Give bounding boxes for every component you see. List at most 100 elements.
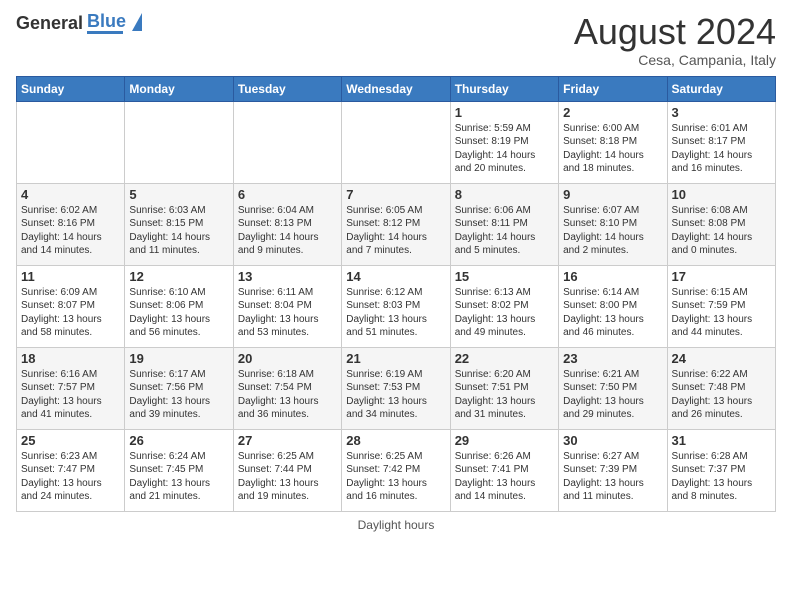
day-info: Sunrise: 6:02 AM Sunset: 8:16 PM Dayligh… [21, 204, 120, 258]
day-number: 21 [346, 351, 445, 366]
day-number: 4 [21, 187, 120, 202]
day-number: 10 [672, 187, 771, 202]
day-number: 28 [346, 433, 445, 448]
calendar-cell: 3 Sunrise: 6:01 AM Sunset: 8:17 PM Daylig… [667, 101, 775, 183]
day-number: 11 [21, 269, 120, 284]
day-info: Sunrise: 6:01 AM Sunset: 8:17 PM Dayligh… [672, 122, 771, 176]
calendar-cell: 5Sunrise: 6:03 AM Sunset: 8:15 PM Daylig… [125, 183, 233, 265]
week-row-5: 25 Sunrise: 6:23 AM Sunset: 7:47 PM Dayli… [17, 429, 776, 511]
calendar-cell: 13 Sunrise: 6:11 AM Sunset: 8:04 PM Dayli… [233, 265, 341, 347]
calendar: SundayMondayTuesdayWednesdayThursdayFrid… [16, 76, 776, 512]
day-info: Sunrise: 6:25 AM Sunset: 7:42 PM Dayligh… [346, 450, 445, 504]
calendar-header-row: SundayMondayTuesdayWednesdayThursdayFrid… [17, 76, 776, 101]
day-number: 1 [455, 105, 554, 120]
calendar-cell: 6 Sunrise: 6:04 AM Sunset: 8:13 PM Daylig… [233, 183, 341, 265]
day-info: Sunrise: 6:28 AM Sunset: 7:37 PM Dayligh… [672, 450, 771, 504]
day-number: 18 [21, 351, 120, 366]
main-title: August 2024 [574, 12, 776, 52]
day-number: 17 [672, 269, 771, 284]
day-number: 26 [129, 433, 228, 448]
day-info: Sunrise: 6:10 AM Sunset: 8:06 PM Dayligh… [129, 286, 228, 340]
day-info: Sunrise: 6:03 AM Sunset: 8:15 PM Dayligh… [129, 204, 228, 258]
calendar-cell: 8Sunrise: 6:06 AM Sunset: 8:11 PM Daylig… [450, 183, 558, 265]
calendar-cell: 25 Sunrise: 6:23 AM Sunset: 7:47 PM Dayli… [17, 429, 125, 511]
day-info: Sunrise: 6:24 AM Sunset: 7:45 PM Dayligh… [129, 450, 228, 504]
day-info: Sunrise: 6:12 AM Sunset: 8:03 PM Dayligh… [346, 286, 445, 340]
calendar-cell: 9Sunrise: 6:07 AM Sunset: 8:10 PM Daylig… [559, 183, 667, 265]
week-row-2: 4 Sunrise: 6:02 AM Sunset: 8:16 PM Daylig… [17, 183, 776, 265]
day-number: 20 [238, 351, 337, 366]
day-number: 3 [672, 105, 771, 120]
day-number: 12 [129, 269, 228, 284]
logo-blue: Blue [87, 12, 126, 30]
col-header-sunday: Sunday [17, 76, 125, 101]
day-info: Sunrise: 6:11 AM Sunset: 8:04 PM Dayligh… [238, 286, 337, 340]
calendar-cell: 14 Sunrise: 6:12 AM Sunset: 8:03 PM Dayli… [342, 265, 450, 347]
calendar-cell [233, 101, 341, 183]
calendar-cell: 17 Sunrise: 6:15 AM Sunset: 7:59 PM Dayli… [667, 265, 775, 347]
calendar-cell: 24Sunrise: 6:22 AM Sunset: 7:48 PM Dayli… [667, 347, 775, 429]
day-info: Sunrise: 6:25 AM Sunset: 7:44 PM Dayligh… [238, 450, 337, 504]
day-number: 7 [346, 187, 445, 202]
calendar-cell: 18Sunrise: 6:16 AM Sunset: 7:57 PM Dayli… [17, 347, 125, 429]
calendar-cell: 4 Sunrise: 6:02 AM Sunset: 8:16 PM Daylig… [17, 183, 125, 265]
day-info: Sunrise: 6:21 AM Sunset: 7:50 PM Dayligh… [563, 368, 662, 422]
day-info: Sunrise: 6:04 AM Sunset: 8:13 PM Dayligh… [238, 204, 337, 258]
day-info: Sunrise: 6:09 AM Sunset: 8:07 PM Dayligh… [21, 286, 120, 340]
day-number: 13 [238, 269, 337, 284]
col-header-saturday: Saturday [667, 76, 775, 101]
calendar-cell: 11 Sunrise: 6:09 AM Sunset: 8:07 PM Dayli… [17, 265, 125, 347]
logo-general: General [16, 13, 83, 34]
calendar-cell: 27 Sunrise: 6:25 AM Sunset: 7:44 PM Dayli… [233, 429, 341, 511]
day-number: 14 [346, 269, 445, 284]
calendar-cell: 26 Sunrise: 6:24 AM Sunset: 7:45 PM Dayli… [125, 429, 233, 511]
calendar-cell: 7 Sunrise: 6:05 AM Sunset: 8:12 PM Daylig… [342, 183, 450, 265]
calendar-cell [17, 101, 125, 183]
day-number: 27 [238, 433, 337, 448]
week-row-3: 11 Sunrise: 6:09 AM Sunset: 8:07 PM Dayli… [17, 265, 776, 347]
header: General Blue August 2024 Cesa, Campania,… [16, 12, 776, 68]
day-info: Sunrise: 6:05 AM Sunset: 8:12 PM Dayligh… [346, 204, 445, 258]
col-header-tuesday: Tuesday [233, 76, 341, 101]
day-info: Sunrise: 6:13 AM Sunset: 8:02 PM Dayligh… [455, 286, 554, 340]
calendar-cell: 21 Sunrise: 6:19 AM Sunset: 7:53 PM Dayli… [342, 347, 450, 429]
day-number: 8 [455, 187, 554, 202]
week-row-4: 18Sunrise: 6:16 AM Sunset: 7:57 PM Dayli… [17, 347, 776, 429]
page: General Blue August 2024 Cesa, Campania,… [0, 0, 792, 540]
logo: General Blue [16, 12, 142, 34]
day-info: Sunrise: 6:20 AM Sunset: 7:51 PM Dayligh… [455, 368, 554, 422]
day-info: Sunrise: 6:08 AM Sunset: 8:08 PM Dayligh… [672, 204, 771, 258]
daylight-label: Daylight hours [358, 518, 435, 532]
day-number: 22 [455, 351, 554, 366]
title-block: August 2024 Cesa, Campania, Italy [574, 12, 776, 68]
day-number: 30 [563, 433, 662, 448]
day-info: Sunrise: 6:26 AM Sunset: 7:41 PM Dayligh… [455, 450, 554, 504]
calendar-cell [125, 101, 233, 183]
col-header-thursday: Thursday [450, 76, 558, 101]
calendar-cell: 12 Sunrise: 6:10 AM Sunset: 8:06 PM Dayli… [125, 265, 233, 347]
calendar-cell: 1Sunrise: 5:59 AM Sunset: 8:19 PM Daylig… [450, 101, 558, 183]
footer: Daylight hours [16, 518, 776, 532]
calendar-cell: 19Sunrise: 6:17 AM Sunset: 7:56 PM Dayli… [125, 347, 233, 429]
day-number: 29 [455, 433, 554, 448]
col-header-wednesday: Wednesday [342, 76, 450, 101]
calendar-cell: 28 Sunrise: 6:25 AM Sunset: 7:42 PM Dayli… [342, 429, 450, 511]
day-info: Sunrise: 6:17 AM Sunset: 7:56 PM Dayligh… [129, 368, 228, 422]
day-number: 15 [455, 269, 554, 284]
day-number: 25 [21, 433, 120, 448]
day-number: 2 [563, 105, 662, 120]
calendar-cell: 31 Sunrise: 6:28 AM Sunset: 7:37 PM Dayli… [667, 429, 775, 511]
calendar-cell: 20Sunrise: 6:18 AM Sunset: 7:54 PM Dayli… [233, 347, 341, 429]
day-info: Sunrise: 6:15 AM Sunset: 7:59 PM Dayligh… [672, 286, 771, 340]
day-number: 24 [672, 351, 771, 366]
week-row-1: 1Sunrise: 5:59 AM Sunset: 8:19 PM Daylig… [17, 101, 776, 183]
day-number: 6 [238, 187, 337, 202]
day-number: 9 [563, 187, 662, 202]
col-header-friday: Friday [559, 76, 667, 101]
day-info: Sunrise: 6:27 AM Sunset: 7:39 PM Dayligh… [563, 450, 662, 504]
day-info: Sunrise: 6:00 AM Sunset: 8:18 PM Dayligh… [563, 122, 662, 176]
day-info: Sunrise: 6:19 AM Sunset: 7:53 PM Dayligh… [346, 368, 445, 422]
day-info: Sunrise: 6:23 AM Sunset: 7:47 PM Dayligh… [21, 450, 120, 504]
day-info: Sunrise: 6:14 AM Sunset: 8:00 PM Dayligh… [563, 286, 662, 340]
day-number: 31 [672, 433, 771, 448]
